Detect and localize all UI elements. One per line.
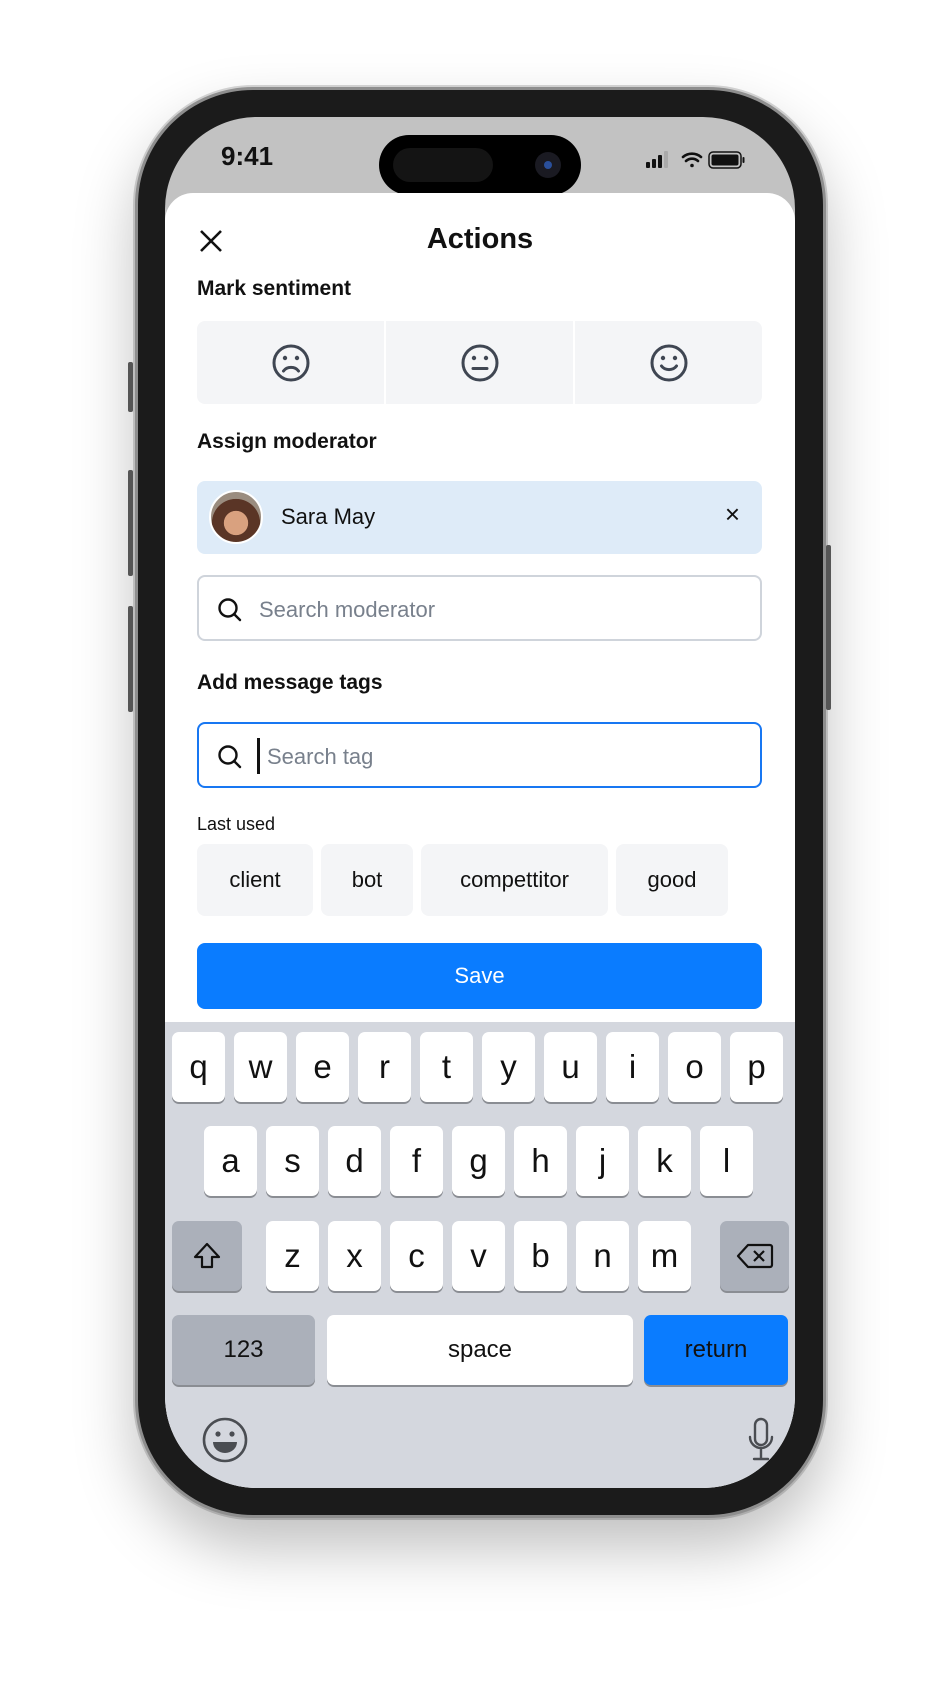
key-d[interactable]: d bbox=[328, 1126, 381, 1196]
key-v[interactable]: v bbox=[452, 1221, 505, 1291]
camera-icon bbox=[535, 152, 561, 178]
action-button bbox=[128, 362, 133, 412]
last-used-tags: client bot compettitor good bbox=[197, 844, 728, 916]
key-m[interactable]: m bbox=[638, 1221, 691, 1291]
volume-up-button bbox=[128, 470, 133, 576]
search-icon bbox=[218, 745, 242, 769]
remove-moderator-button[interactable]: × bbox=[725, 499, 740, 530]
key-q[interactable]: q bbox=[172, 1032, 225, 1102]
battery-icon bbox=[708, 151, 745, 169]
screen: 9:41 Actions Mark sentiment Assign moder… bbox=[165, 117, 795, 1488]
numbers-key[interactable]: 123 bbox=[172, 1315, 315, 1385]
neutral-face-icon bbox=[461, 344, 498, 381]
tags-label: Add message tags bbox=[197, 671, 383, 694]
key-y[interactable]: y bbox=[482, 1032, 535, 1102]
text-caret bbox=[257, 738, 260, 774]
status-time: 9:41 bbox=[221, 141, 274, 171]
key-r[interactable]: r bbox=[358, 1032, 411, 1102]
key-b[interactable]: b bbox=[514, 1221, 567, 1291]
sentiment-neutral-button[interactable] bbox=[386, 321, 573, 404]
key-p[interactable]: p bbox=[730, 1032, 783, 1102]
selected-moderator-chip: Sara May × bbox=[197, 481, 762, 554]
space-key[interactable]: space bbox=[327, 1315, 633, 1385]
search-moderator-placeholder: Search moderator bbox=[259, 597, 436, 622]
key-s[interactable]: s bbox=[266, 1126, 319, 1196]
power-button bbox=[826, 545, 831, 710]
key-x[interactable]: x bbox=[328, 1221, 381, 1291]
shift-icon bbox=[193, 1242, 221, 1269]
moderator-label: Assign moderator bbox=[197, 430, 377, 453]
moderator-name: Sara May bbox=[281, 504, 376, 529]
key-l[interactable]: l bbox=[700, 1126, 753, 1196]
key-c[interactable]: c bbox=[390, 1221, 443, 1291]
page-title: Actions bbox=[426, 223, 534, 255]
key-w[interactable]: w bbox=[234, 1032, 287, 1102]
happy-face-icon bbox=[650, 344, 687, 381]
tag-bot[interactable]: bot bbox=[321, 844, 413, 916]
tag-good[interactable]: good bbox=[616, 844, 728, 916]
backspace-icon bbox=[736, 1243, 773, 1269]
key-k[interactable]: k bbox=[638, 1126, 691, 1196]
save-button[interactable]: Save bbox=[197, 943, 762, 1009]
cellular-signal-icon bbox=[646, 151, 668, 168]
emoji-icon[interactable] bbox=[202, 1417, 248, 1463]
sentiment-positive-button[interactable] bbox=[575, 321, 762, 404]
sentiment-selector bbox=[197, 321, 762, 404]
tag-compettitor[interactable]: compettitor bbox=[421, 844, 608, 916]
keyboard: 123 space return qwertyuiop asdfghjkl zxcv… bbox=[165, 1022, 795, 1488]
volume-down-button bbox=[128, 606, 133, 712]
key-o[interactable]: o bbox=[668, 1032, 721, 1102]
backspace-key[interactable] bbox=[720, 1221, 789, 1291]
sentiment-label: Mark sentiment bbox=[197, 277, 352, 300]
key-n[interactable]: n bbox=[576, 1221, 629, 1291]
search-tag-placeholder: Search tag bbox=[267, 744, 374, 769]
last-used-label: Last used bbox=[197, 814, 276, 834]
key-u[interactable]: u bbox=[544, 1032, 597, 1102]
sentiment-negative-button[interactable] bbox=[197, 321, 384, 404]
status-icons bbox=[646, 151, 745, 169]
key-h[interactable]: h bbox=[514, 1126, 567, 1196]
return-key[interactable]: return bbox=[644, 1315, 788, 1385]
key-a[interactable]: a bbox=[204, 1126, 257, 1196]
shift-key[interactable] bbox=[172, 1221, 242, 1291]
key-f[interactable]: f bbox=[390, 1126, 443, 1196]
sad-face-icon bbox=[272, 344, 309, 381]
key-z[interactable]: z bbox=[266, 1221, 319, 1291]
tag-client[interactable]: client bbox=[197, 844, 313, 916]
search-moderator-input[interactable]: Search moderator bbox=[197, 575, 762, 641]
key-g[interactable]: g bbox=[452, 1126, 505, 1196]
search-tag-input[interactable]: Search tag bbox=[197, 722, 762, 788]
key-t[interactable]: t bbox=[420, 1032, 473, 1102]
avatar bbox=[209, 490, 263, 544]
dynamic-island bbox=[379, 135, 581, 195]
key-i[interactable]: i bbox=[606, 1032, 659, 1102]
microphone-icon[interactable] bbox=[747, 1417, 775, 1463]
key-j[interactable]: j bbox=[576, 1126, 629, 1196]
wifi-icon bbox=[681, 152, 703, 168]
search-icon bbox=[218, 598, 242, 622]
key-e[interactable]: e bbox=[296, 1032, 349, 1102]
